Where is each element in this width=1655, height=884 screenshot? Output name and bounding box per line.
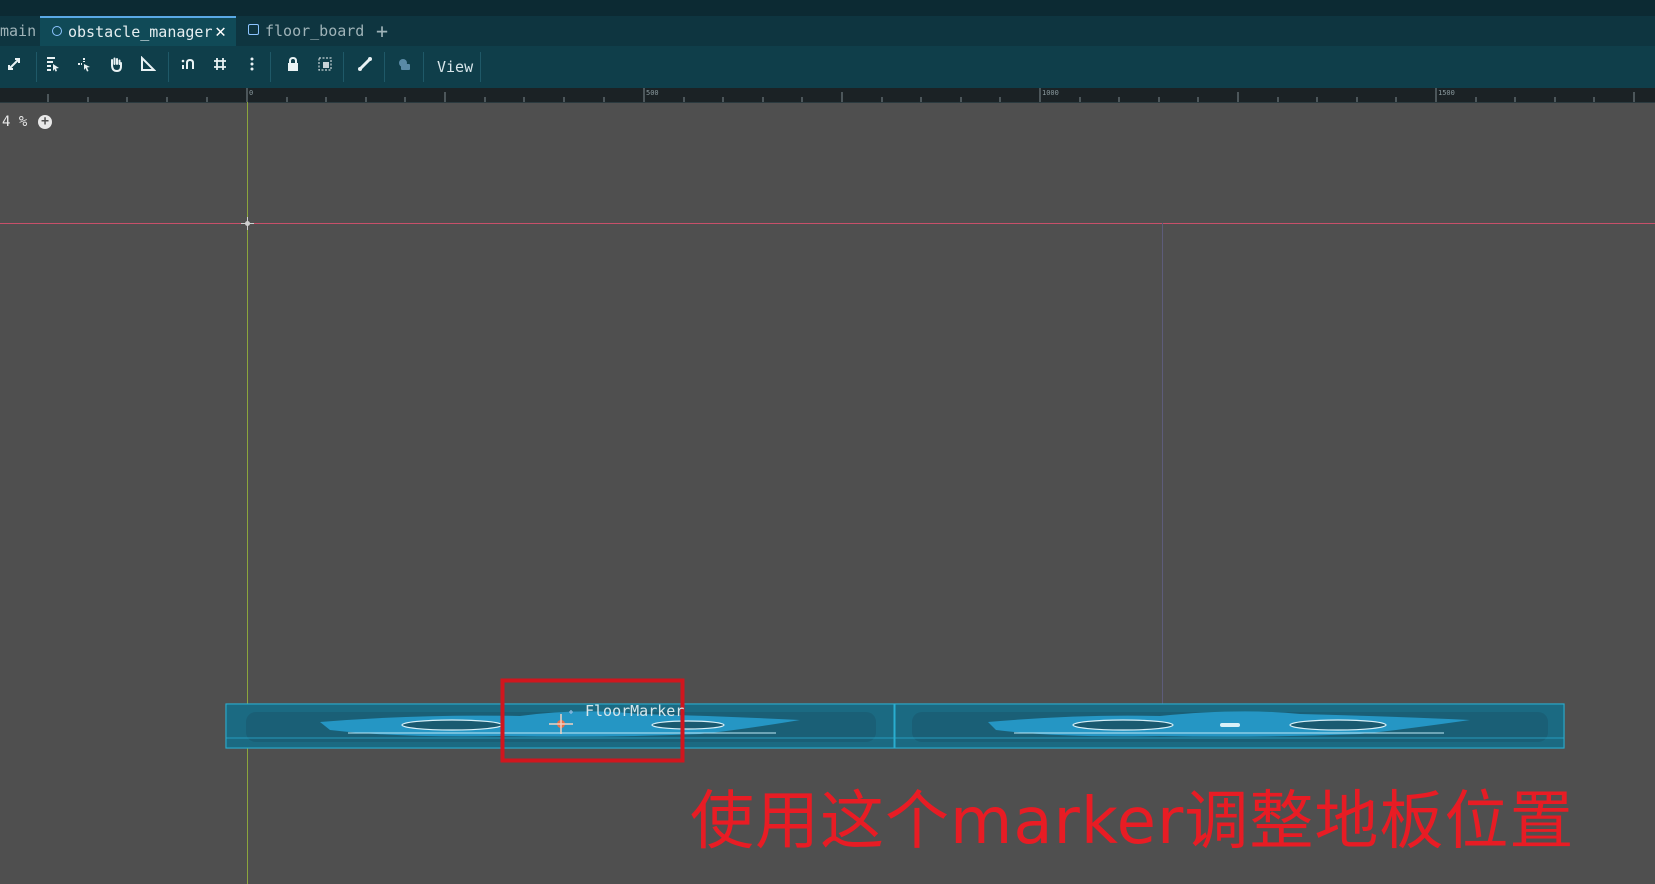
scene-tab-bar: main obstacle_manager ✕ floor_board +: [0, 16, 1655, 46]
smart-snap-icon[interactable]: [178, 56, 198, 78]
node2d-icon: [52, 25, 62, 36]
tab-floor-board[interactable]: floor_board: [248, 16, 368, 46]
grid-snap-icon[interactable]: [210, 56, 230, 78]
pan-hand-icon[interactable]: [106, 56, 126, 78]
tab-main[interactable]: main: [0, 16, 38, 46]
bone-icon[interactable]: [355, 56, 375, 78]
view-menu[interactable]: View: [437, 46, 473, 88]
horizontal-ruler: 0 500 1000 1500: [0, 88, 1655, 103]
tab-label: main: [0, 22, 37, 40]
zoom-in-button[interactable]: +: [38, 115, 52, 129]
title-strip: [0, 0, 1655, 16]
camera-icon[interactable]: [394, 56, 414, 78]
ruler-label: 1500: [1438, 89, 1455, 97]
select-mode-icon[interactable]: [42, 56, 62, 78]
move-mode-icon[interactable]: [74, 56, 94, 78]
lock-icon[interactable]: [283, 56, 303, 78]
expand-icon[interactable]: [4, 56, 24, 78]
annotation-text: 使用这个marker调整地板位置: [690, 785, 1575, 859]
control-icon: [248, 24, 259, 35]
floor-sprite: [225, 703, 1565, 749]
close-tab-icon[interactable]: ✕: [215, 18, 226, 46]
ruler-label: 500: [646, 89, 659, 97]
floor-marker-label: FloorMarker: [585, 702, 685, 720]
add-tab-button[interactable]: +: [376, 16, 396, 46]
ruler-label: 0: [249, 89, 254, 97]
canvas-toolbar: View: [0, 46, 1655, 89]
origin-icon: [241, 217, 254, 230]
ruler-icon[interactable]: [138, 55, 158, 78]
group-icon[interactable]: [315, 56, 335, 78]
tab-obstacle-manager[interactable]: obstacle_manager ✕: [40, 16, 236, 46]
viewport-drawing: [0, 102, 1655, 884]
zoom-level: 4 %: [2, 114, 28, 130]
ruler-label: 1000: [1042, 89, 1059, 97]
more-options-icon[interactable]: [242, 56, 262, 78]
tab-label: obstacle_manager: [68, 23, 213, 41]
scene-viewport[interactable]: [0, 102, 1655, 884]
tab-label: floor_board: [265, 22, 365, 40]
